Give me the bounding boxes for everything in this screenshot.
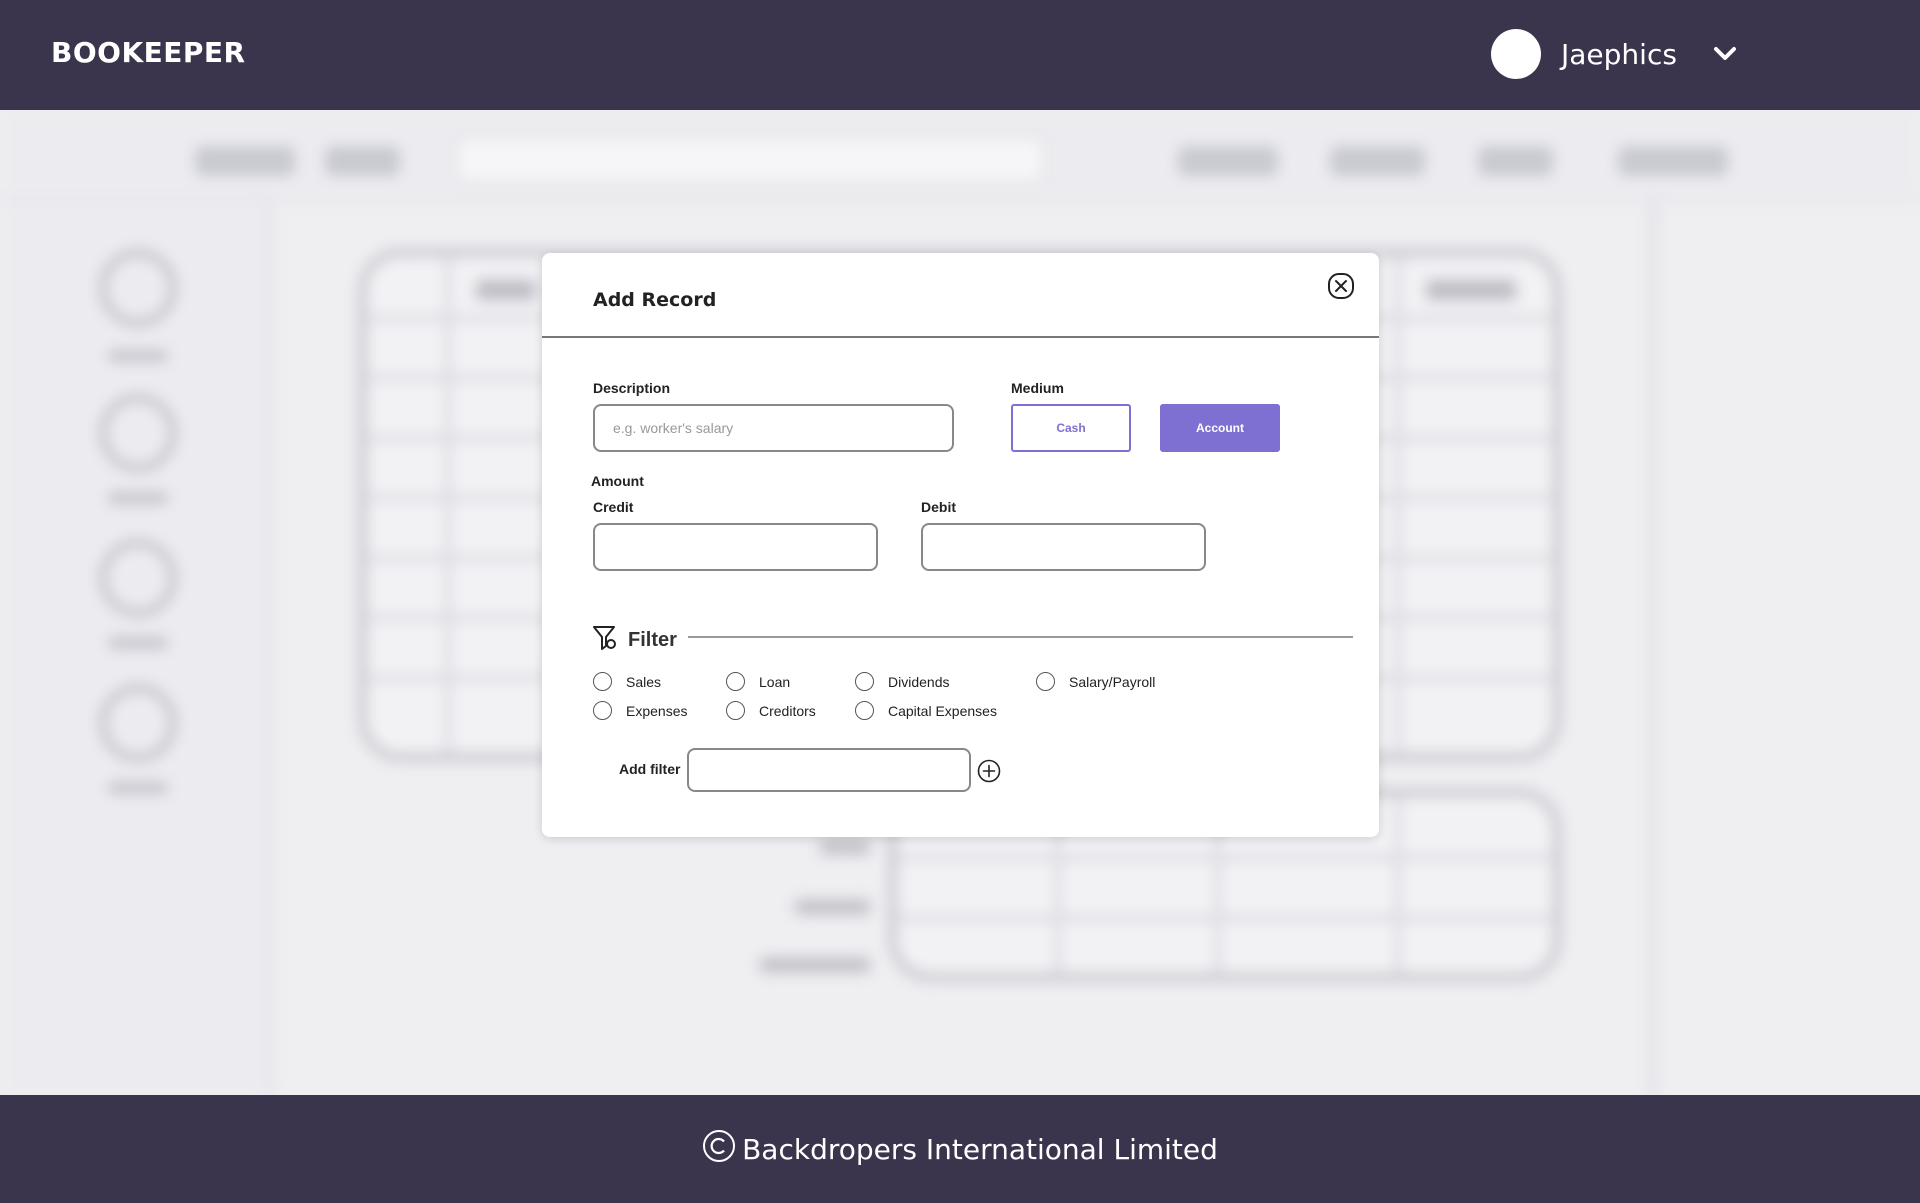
- filter-option-creditors[interactable]: Creditors: [726, 701, 816, 720]
- chevron-down-icon[interactable]: [1711, 40, 1739, 68]
- modal-header: Add Record: [542, 253, 1379, 338]
- footer: Backdropers International Limited: [0, 1095, 1920, 1203]
- radio-button[interactable]: [726, 672, 745, 691]
- filter-icon: [592, 624, 618, 657]
- background-toolbar: [0, 110, 1920, 200]
- copyright-icon: [702, 1129, 736, 1170]
- amount-label: Amount: [591, 473, 644, 489]
- avatar[interactable]: [1491, 29, 1541, 79]
- top-bar: BOOKEEPER Jaephics: [0, 0, 1920, 110]
- background-sidebar: [0, 200, 270, 1095]
- plus-circle-icon[interactable]: [977, 759, 1001, 783]
- username[interactable]: Jaephics: [1561, 38, 1677, 71]
- radio-button[interactable]: [855, 701, 874, 720]
- debit-input[interactable]: [921, 523, 1206, 571]
- close-icon[interactable]: [1327, 272, 1355, 300]
- description-label: Description: [593, 380, 671, 396]
- modal-title: Add Record: [593, 289, 717, 311]
- filter-option-sales[interactable]: Sales: [593, 672, 661, 691]
- filter-option-dividends[interactable]: Dividends: [855, 672, 949, 691]
- filter-divider: [688, 636, 1353, 638]
- filter-title: Filter: [628, 629, 677, 651]
- add-filter-label: Add filter: [619, 761, 681, 777]
- medium-cash-button[interactable]: Cash: [1011, 404, 1131, 452]
- medium-account-button[interactable]: Account: [1160, 404, 1280, 452]
- copyright-text: Backdropers International Limited: [702, 1129, 1218, 1170]
- filter-option-salary-payroll[interactable]: Salary/Payroll: [1036, 672, 1155, 691]
- brand-logo[interactable]: BOOKEEPER: [51, 36, 246, 69]
- filter-option-loan[interactable]: Loan: [726, 672, 790, 691]
- debit-label: Debit: [921, 499, 956, 515]
- add-record-modal: Add Record Description Medium Cash Accou…: [542, 253, 1379, 837]
- filter-option-expenses[interactable]: Expenses: [593, 701, 687, 720]
- filter-section-header: Filter: [592, 624, 677, 657]
- radio-button[interactable]: [726, 701, 745, 720]
- radio-button[interactable]: [593, 672, 612, 691]
- credit-label: Credit: [593, 499, 634, 515]
- description-input[interactable]: [593, 404, 954, 452]
- medium-label: Medium: [1011, 380, 1064, 396]
- user-menu[interactable]: Jaephics: [1491, 29, 1739, 79]
- footer-company: Backdropers International Limited: [742, 1132, 1218, 1166]
- filter-option-capital-expenses[interactable]: Capital Expenses: [855, 701, 997, 720]
- radio-button[interactable]: [855, 672, 874, 691]
- credit-input[interactable]: [593, 523, 878, 571]
- radio-button[interactable]: [1036, 672, 1055, 691]
- radio-button[interactable]: [593, 701, 612, 720]
- add-filter-input[interactable]: [687, 748, 971, 792]
